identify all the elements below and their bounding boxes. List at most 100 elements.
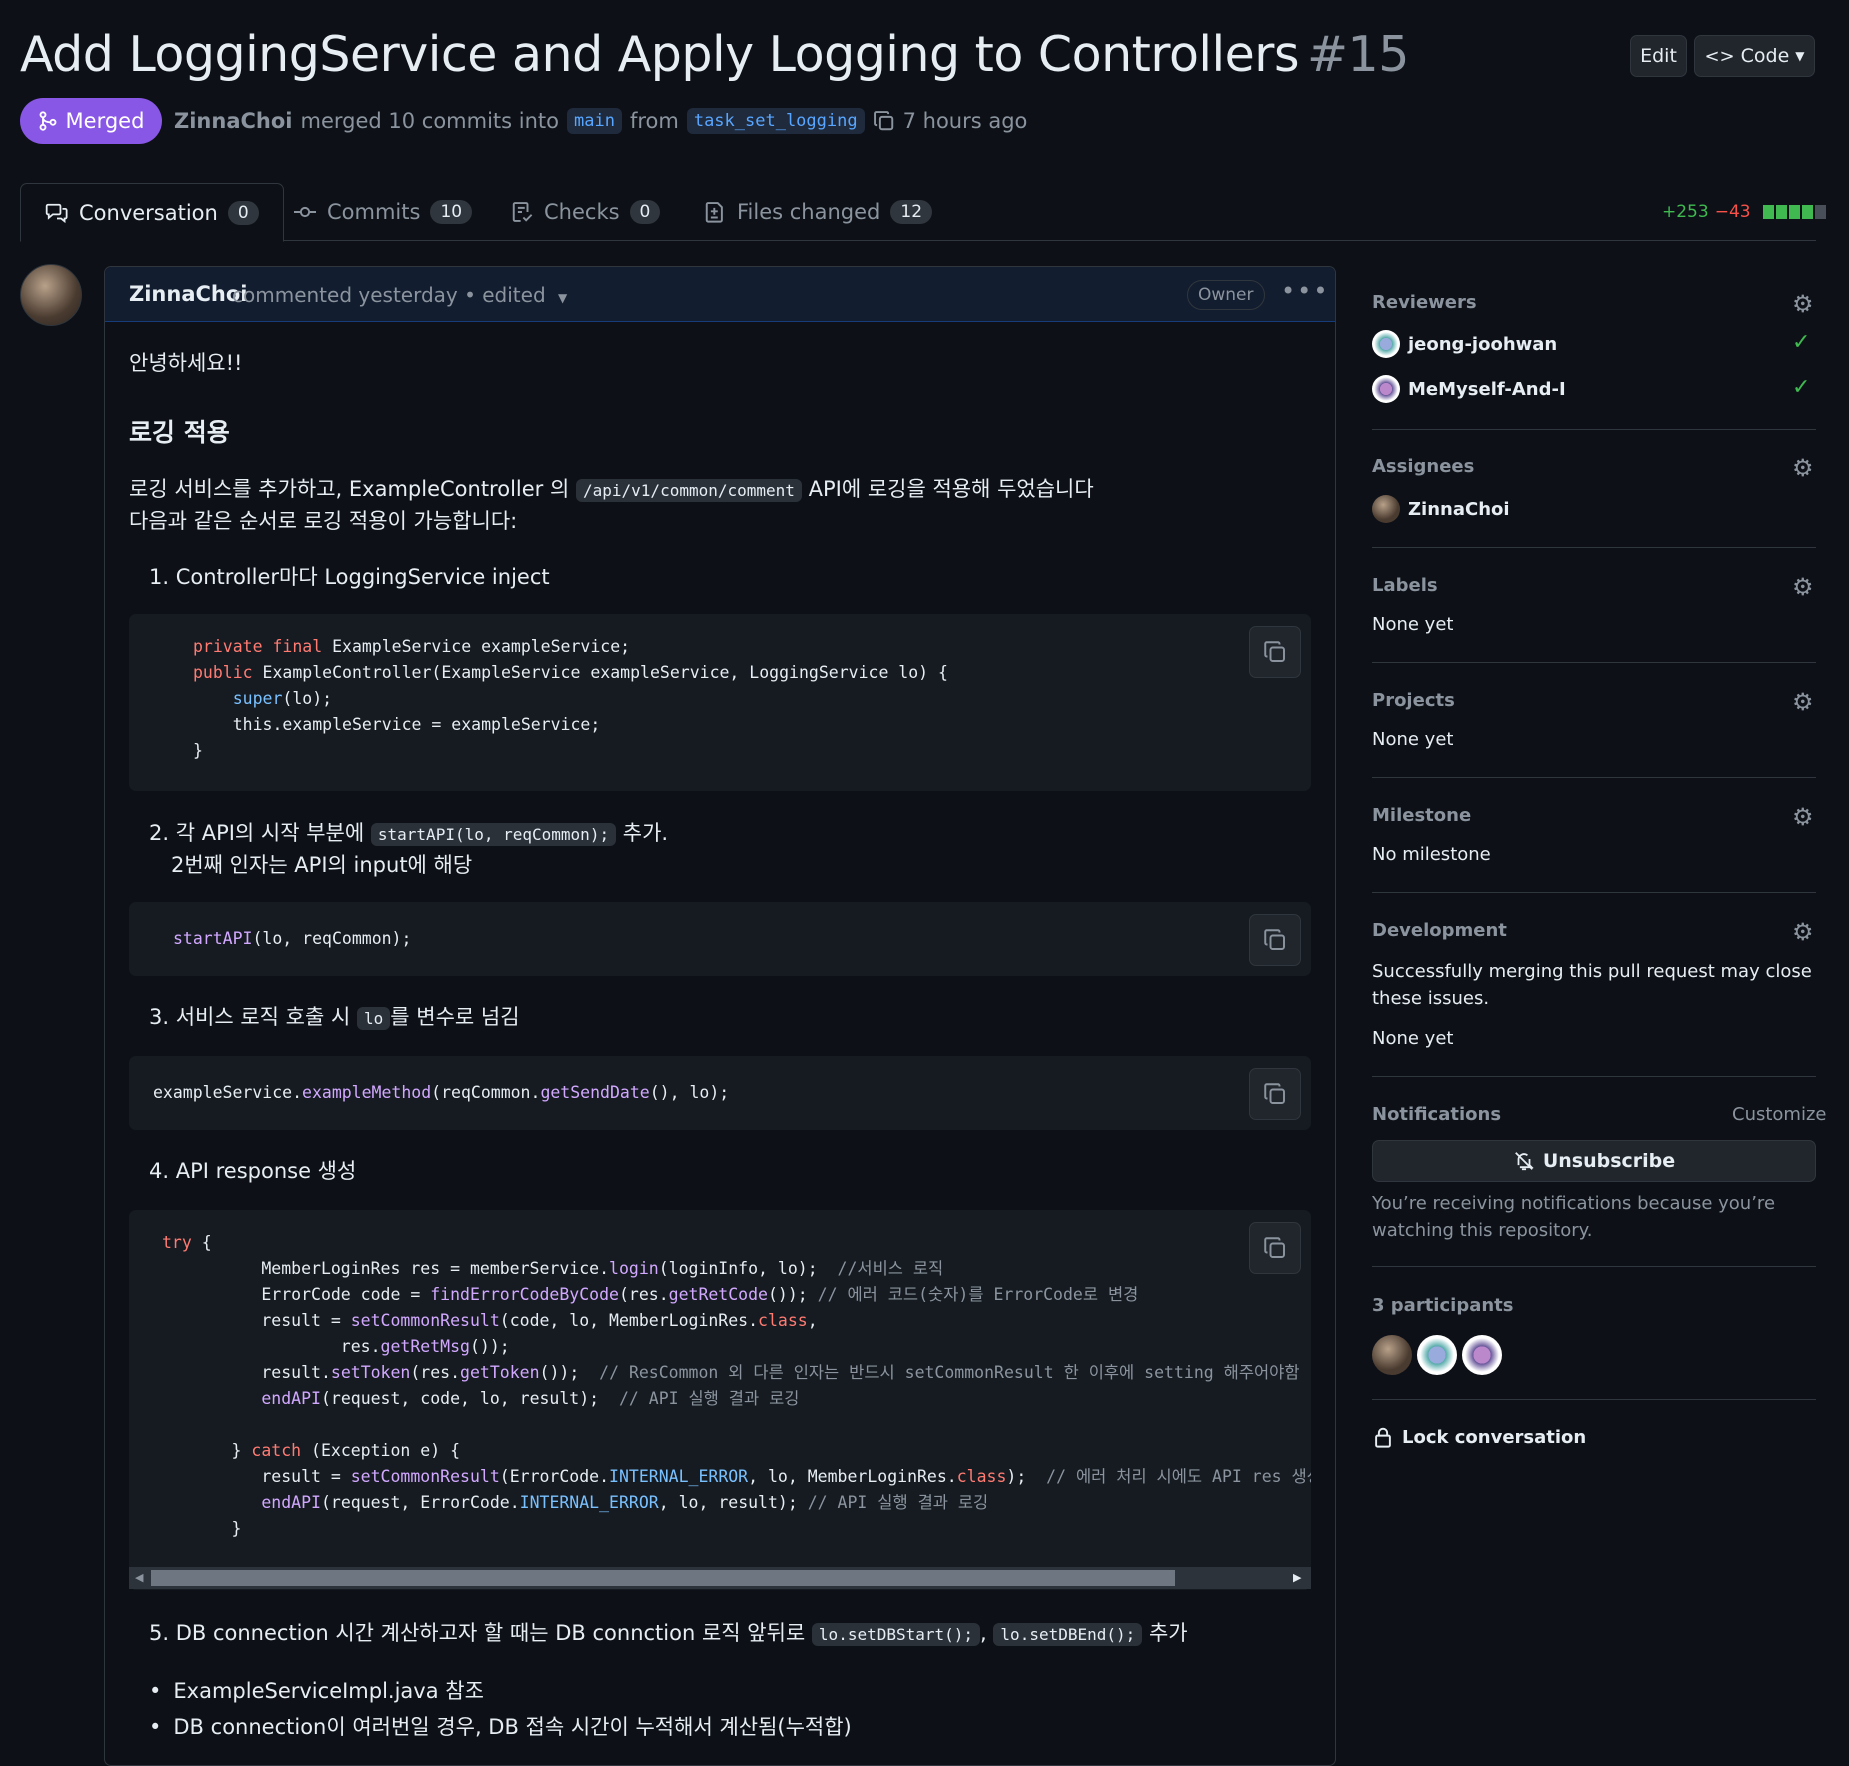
from-text: from: [629, 109, 679, 133]
sidebar-divider: [1372, 892, 1816, 893]
bullet-1: • ExampleServiceImpl.java 참조: [149, 1675, 484, 1705]
bullet-dot: •: [149, 1679, 162, 1703]
tab-conversation-label: Conversation: [79, 200, 218, 225]
code-block-4-content: try { MemberLoginRes res = memberService…: [162, 1233, 1311, 1538]
author-avatar[interactable]: [20, 264, 82, 326]
assignees-heading[interactable]: Assignees: [1372, 456, 1474, 477]
step-3-text-a: 3. 서비스 로직 호출 시: [149, 1005, 351, 1029]
step-2: 2. 각 API의 시작 부분에 startAPI(lo, reqCommon)…: [149, 817, 668, 847]
tab-conversation[interactable]: Conversation 0: [20, 183, 284, 242]
copy-code-button[interactable]: [1249, 1222, 1301, 1274]
scroll-right-icon[interactable]: ▶: [1293, 1571, 1301, 1584]
copy-code-button[interactable]: [1249, 914, 1301, 966]
tab-conversation-count: 0: [227, 200, 259, 225]
unsubscribe-button[interactable]: Unsubscribe: [1372, 1140, 1816, 1182]
reviewers-heading[interactable]: Reviewers: [1372, 292, 1477, 313]
code-button[interactable]: <> Code ▼: [1694, 35, 1815, 77]
milestone-heading[interactable]: Milestone: [1372, 805, 1471, 826]
section-heading: 로깅 적용: [129, 418, 230, 447]
participant-avatar[interactable]: [1372, 1335, 1412, 1375]
labels-gear-icon[interactable]: ⚙: [1792, 573, 1814, 601]
pr-subline: ZinnaChoi merged 10 commits into main fr…: [174, 108, 1027, 134]
edit-button[interactable]: Edit: [1630, 35, 1687, 77]
reviewers-gear-icon[interactable]: ⚙: [1792, 290, 1814, 318]
development-gear-icon[interactable]: ⚙: [1792, 918, 1814, 946]
participants-list: [1372, 1335, 1502, 1375]
sidebar-divider: [1372, 1266, 1816, 1267]
base-branch[interactable]: main: [567, 108, 622, 134]
merge-time: 7 hours ago: [902, 109, 1028, 133]
labels-heading[interactable]: Labels: [1372, 575, 1438, 596]
projects-gear-icon[interactable]: ⚙: [1792, 688, 1814, 716]
copy-icon[interactable]: [873, 110, 895, 132]
tab-commits[interactable]: Commits 10: [293, 183, 473, 241]
git-merge-icon: [39, 111, 56, 131]
step-2-text-a: 2. 각 API의 시작 부분에: [149, 821, 365, 845]
sidebar-divider: [1372, 1076, 1816, 1077]
bullet-dot: •: [149, 1715, 162, 1739]
development-heading[interactable]: Development: [1372, 920, 1507, 941]
step-2-line-2: 2번째 인자는 API의 input에 해당: [171, 853, 473, 877]
assignee[interactable]: ZinnaChoi: [1372, 495, 1510, 523]
comment-author[interactable]: ZinnaChoi: [129, 282, 247, 306]
merged-status-label: Merged: [65, 109, 145, 133]
participant-avatar[interactable]: [1462, 1335, 1502, 1375]
inline-code-lo: lo: [356, 1007, 391, 1030]
diffstat-deletions: −43: [1714, 202, 1751, 222]
reviewer-1[interactable]: jeong-joohwan: [1372, 330, 1557, 358]
notifications-reason: You’re receiving notifications because y…: [1372, 1193, 1776, 1241]
head-branch[interactable]: task_set_logging: [686, 108, 865, 134]
pr-title: Add LoggingService and Apply Logging to …: [20, 26, 1409, 83]
step-5: 5. DB connection 시간 계산하고자 할 때는 DB connct…: [149, 1617, 1188, 1647]
comment-meta[interactable]: commented yesterday • edited ▼: [232, 283, 567, 307]
horizontal-scrollbar[interactable]: ◀ ▶: [129, 1567, 1311, 1589]
reviewer-avatar: [1372, 330, 1400, 358]
tab-commits-label: Commits: [327, 200, 421, 224]
unsubscribe-label: Unsubscribe: [1542, 1150, 1676, 1172]
step-4: 4. API response 생성: [149, 1159, 357, 1183]
development-text: Successfully merging this pull request m…: [1372, 961, 1812, 1009]
code-block-1: private final ExampleService exampleServ…: [129, 614, 1311, 791]
reviewer-2[interactable]: MeMyself-And-I: [1372, 375, 1566, 403]
sidebar-divider: [1372, 662, 1816, 663]
intro-text-b: API에 로깅을 적용해 두었습니다: [808, 477, 1094, 501]
comment-box: ZinnaChoi commented yesterday • edited ▼…: [104, 266, 1336, 1766]
checklist-icon: [512, 202, 533, 222]
code-block-3-content: exampleService.exampleMethod(reqCommon.g…: [153, 1083, 730, 1102]
step-5-sep: ,: [980, 1621, 987, 1645]
projects-value: None yet: [1372, 729, 1454, 750]
copy-code-button[interactable]: [1249, 626, 1301, 678]
tab-files-changed[interactable]: Files changed 12: [703, 183, 933, 241]
projects-heading[interactable]: Projects: [1372, 690, 1455, 711]
customize-link[interactable]: Customize: [1732, 1104, 1826, 1125]
caret-down-icon: ▼: [558, 291, 568, 305]
notifications-heading: Notifications: [1372, 1104, 1502, 1125]
participants-heading: 3 participants: [1372, 1295, 1514, 1316]
milestone-value: No milestone: [1372, 844, 1491, 865]
bullet-1-text: ExampleServiceImpl.java 참조: [173, 1679, 484, 1703]
lock-icon: [1375, 1427, 1391, 1448]
author-link[interactable]: ZinnaChoi: [174, 109, 292, 133]
copy-code-button[interactable]: [1249, 1068, 1301, 1120]
scroll-left-icon[interactable]: ◀: [135, 1571, 143, 1584]
tab-commits-count: 10: [430, 200, 473, 224]
tab-files-changed-count: 12: [890, 200, 933, 224]
assignees-gear-icon[interactable]: ⚙: [1792, 454, 1814, 482]
copy-icon: [1264, 641, 1285, 662]
approved-check-icon: ✓: [1792, 375, 1811, 400]
milestone-gear-icon[interactable]: ⚙: [1792, 803, 1814, 831]
sidebar-divider: [1372, 429, 1816, 430]
scroll-thumb[interactable]: [151, 1570, 1175, 1586]
code-button-label: Code: [1740, 45, 1790, 67]
lock-conversation-label: Lock conversation: [1402, 1426, 1587, 1448]
step-2-text-b: 추가.: [622, 821, 669, 845]
pr-title-text: Add LoggingService and Apply Logging to …: [20, 26, 1299, 83]
inline-code-setdbend: lo.setDBEnd();: [993, 1623, 1143, 1646]
participant-avatar[interactable]: [1417, 1335, 1457, 1375]
kebab-horizontal-icon[interactable]: •••: [1281, 277, 1329, 305]
diffstat: +253 −43: [1662, 202, 1826, 222]
assignee-avatar: [1372, 495, 1400, 523]
tab-checks[interactable]: Checks 0: [510, 183, 661, 241]
lock-conversation-link[interactable]: Lock conversation: [1372, 1426, 1586, 1448]
tab-files-changed-label: Files changed: [737, 200, 881, 224]
